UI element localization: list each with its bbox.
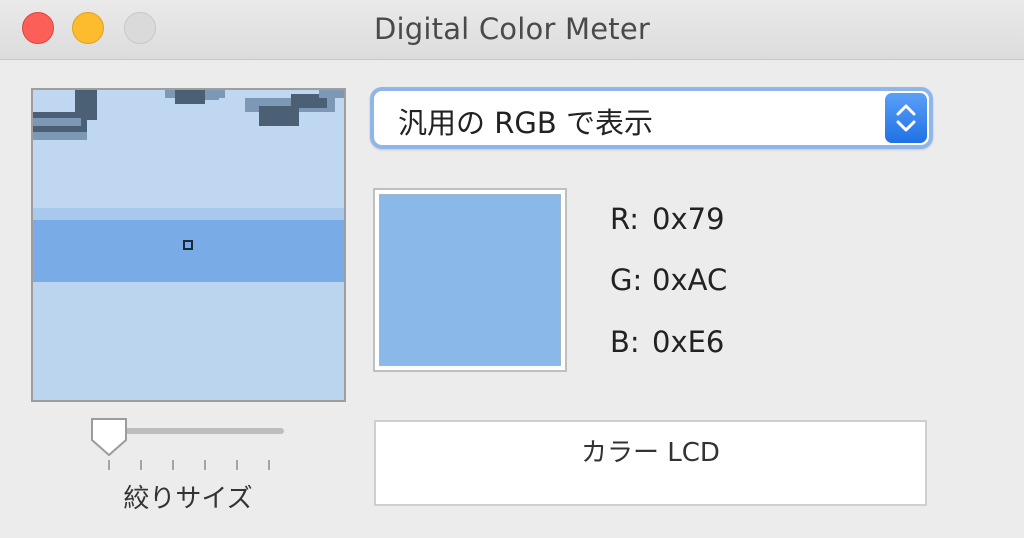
blue-value: 0xE6 <box>652 325 725 359</box>
magnified-pixel <box>87 90 97 120</box>
slider-tick <box>268 460 270 470</box>
green-label: G: <box>610 263 643 297</box>
blue-value-row: B: 0xE6 <box>610 325 724 359</box>
magnified-pixel <box>175 90 205 104</box>
slider-tick <box>108 460 110 470</box>
aperture-slider-thumb[interactable] <box>88 416 130 458</box>
red-value-row: R: 0x79 <box>610 202 725 236</box>
magnified-pixel <box>33 118 81 126</box>
display-name-text: カラー LCD <box>581 438 720 468</box>
magnified-pixel <box>33 90 75 112</box>
green-value: 0xAC <box>652 263 728 297</box>
display-info-box: カラー LCD <box>374 420 927 506</box>
display-mode-popup[interactable]: 汎用の RGB で表示 <box>370 87 933 149</box>
title-bar[interactable]: Digital Color Meter <box>0 0 1024 60</box>
aperture-indicator <box>183 240 193 250</box>
slider-tick <box>140 460 142 470</box>
red-value: 0x79 <box>652 202 725 236</box>
display-mode-selected: 汎用の RGB で表示 <box>398 106 653 140</box>
magnified-band <box>33 220 344 282</box>
digital-color-meter-window: Digital Color Meter 絞りサイズ 汎用の RGB で表示 R:… <box>0 0 1024 538</box>
up-down-chevron-icon[interactable] <box>885 93 927 143</box>
magnifier-view <box>31 88 346 402</box>
slider-tick <box>204 460 206 470</box>
blue-label: B: <box>610 325 640 359</box>
aperture-size-label: 絞りサイズ <box>123 484 253 514</box>
color-swatch <box>379 194 561 366</box>
magnified-band <box>33 282 344 400</box>
red-label: R: <box>610 202 640 236</box>
magnified-pixel <box>259 106 299 126</box>
slider-tick <box>172 460 174 470</box>
green-value-row: G: 0xAC <box>610 263 727 297</box>
magnified-pixel <box>205 90 219 100</box>
color-swatch-frame <box>373 188 567 372</box>
magnified-pixel <box>33 132 87 140</box>
slider-tick <box>236 460 238 470</box>
magnified-pixel <box>319 90 344 98</box>
magnified-band <box>33 208 344 220</box>
window-title: Digital Color Meter <box>373 12 650 46</box>
